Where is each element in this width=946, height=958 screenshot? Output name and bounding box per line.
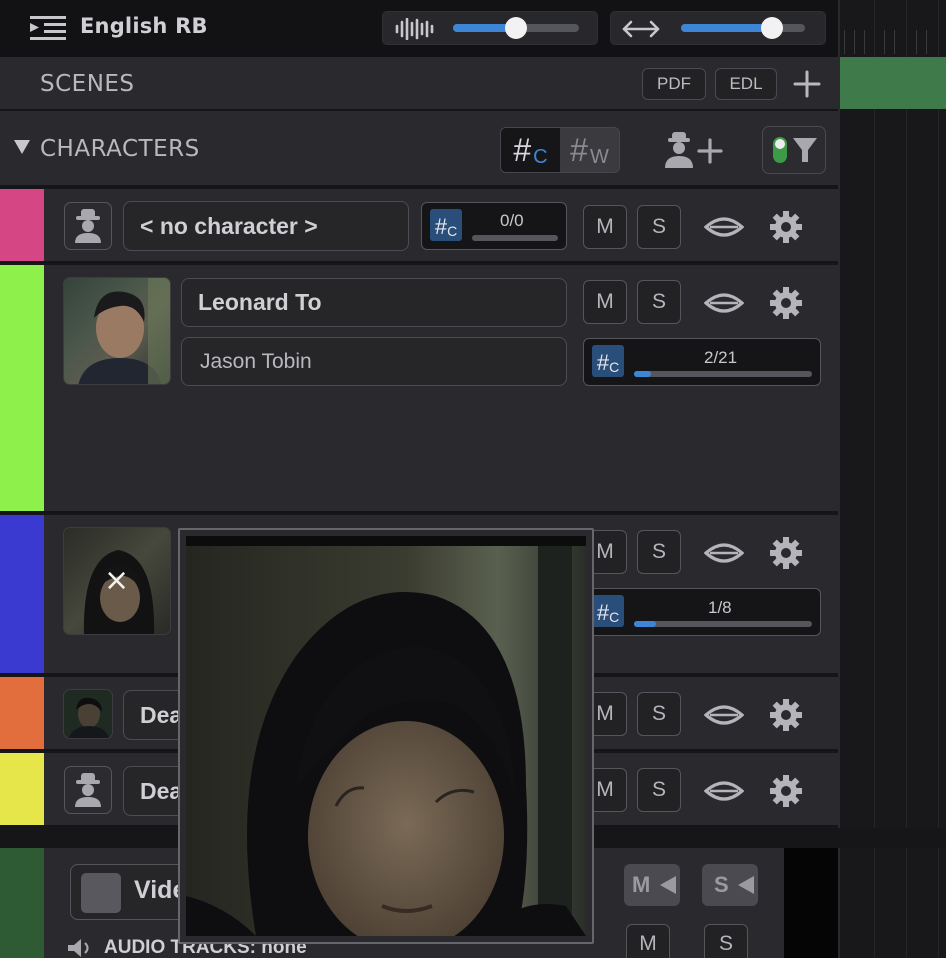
track-menu-icon[interactable]	[30, 14, 66, 42]
lips-icon[interactable]	[704, 291, 744, 315]
lips-icon[interactable]	[704, 215, 744, 239]
volume-knob[interactable]	[505, 17, 527, 39]
character-thumbnail[interactable]	[63, 689, 113, 739]
mute-button[interactable]: M	[583, 205, 627, 249]
hash-glyph: #	[513, 132, 532, 168]
person-hat-icon	[75, 209, 101, 243]
solo-button[interactable]: S	[637, 280, 681, 324]
waveform-icon	[395, 18, 434, 40]
character-color-bar[interactable]	[0, 189, 44, 261]
lips-icon[interactable]	[704, 779, 744, 803]
video-black-area	[784, 848, 838, 958]
lips-icon[interactable]	[704, 541, 744, 565]
line-count-fill	[634, 371, 651, 377]
character-avatar-button[interactable]	[64, 766, 112, 814]
solo-button[interactable]: S	[637, 692, 681, 736]
close-popup-icon[interactable]: ×	[104, 566, 129, 596]
collapse-caret-icon[interactable]	[14, 140, 30, 154]
hash-glyph: #	[570, 132, 588, 168]
video-mute-button[interactable]: M	[624, 864, 680, 906]
settings-gear-icon[interactable]	[769, 698, 803, 732]
character-avatar-button[interactable]	[64, 202, 112, 250]
count-hash-badge: # C	[592, 595, 624, 627]
scenes-label: SCENES	[40, 71, 135, 97]
hash-sub: W	[589, 146, 609, 168]
thumbnail-preview-popup[interactable]	[178, 528, 594, 944]
count-mode-toggle[interactable]: # C # W	[500, 127, 620, 173]
filter-toggle[interactable]	[762, 126, 826, 174]
line-count-text: 1/8	[708, 598, 732, 617]
timeline-scene-clip[interactable]	[840, 57, 946, 109]
character-color-bar[interactable]	[0, 753, 44, 825]
preview-image	[186, 536, 586, 936]
actor-name-field[interactable]: Jason Tobin	[181, 337, 567, 386]
line-count-box: # C 2/21	[583, 338, 821, 386]
characters-label: CHARACTERS	[40, 136, 200, 162]
character-thumbnail[interactable]: ×	[63, 527, 171, 635]
settings-gear-icon[interactable]	[769, 210, 803, 244]
line-count-text: 0/0	[500, 211, 524, 230]
character-thumbnail[interactable]	[63, 277, 171, 385]
video-solo-button[interactable]: S	[702, 864, 758, 906]
filter-icon	[773, 137, 817, 163]
count-mode-words[interactable]: # W	[560, 128, 619, 172]
solo-button[interactable]: S	[637, 530, 681, 574]
person-hat-icon	[75, 773, 101, 807]
zoom-slider[interactable]	[610, 11, 826, 45]
audio-solo-button[interactable]: S	[704, 924, 748, 958]
character-color-bar[interactable]	[0, 677, 44, 749]
camera-icon	[658, 874, 676, 896]
hash-sub: C	[533, 146, 548, 168]
character-name-field[interactable]: < no character >	[123, 201, 409, 251]
edl-button[interactable]: EDL	[715, 68, 777, 100]
zoom-fill	[681, 24, 772, 32]
character-name-field[interactable]: Leonard To	[181, 278, 567, 327]
video-solo-label: S	[714, 872, 729, 897]
video-color-bar	[0, 848, 44, 958]
line-count-track	[634, 621, 812, 627]
settings-gear-icon[interactable]	[769, 286, 803, 320]
settings-gear-icon[interactable]	[769, 774, 803, 808]
character-color-bar[interactable]	[0, 515, 44, 673]
lips-icon[interactable]	[704, 703, 744, 727]
pdf-button[interactable]: PDF	[642, 68, 706, 100]
zoom-knob[interactable]	[760, 17, 783, 39]
portrait-image	[68, 697, 110, 738]
character-color-bar[interactable]	[0, 265, 44, 511]
add-character-icon[interactable]	[662, 130, 726, 170]
timeline-panel[interactable]	[838, 0, 946, 958]
mute-button[interactable]: M	[583, 280, 627, 324]
camera-icon	[738, 876, 754, 894]
settings-gear-icon[interactable]	[769, 536, 803, 570]
count-mode-characters[interactable]: # C	[501, 128, 560, 172]
audio-mute-button[interactable]: M	[626, 924, 670, 958]
video-color-chip[interactable]	[81, 873, 121, 913]
line-count-box: # C 0/0	[421, 202, 567, 250]
line-count-track	[472, 235, 558, 241]
count-hash-badge: # C	[592, 345, 624, 377]
line-count-track	[634, 371, 812, 377]
count-hash-badge: # C	[430, 209, 462, 241]
track-title: English RB	[80, 14, 208, 38]
volume-slider[interactable]	[382, 11, 598, 45]
solo-button[interactable]: S	[637, 205, 681, 249]
horizontal-resize-icon	[622, 20, 660, 38]
line-count-fill	[634, 621, 657, 627]
video-mute-label: M	[632, 872, 651, 897]
line-count-text: 2/21	[704, 348, 738, 367]
speaker-icon	[68, 939, 89, 957]
solo-button[interactable]: S	[637, 768, 681, 812]
portrait-image	[64, 278, 170, 384]
line-count-box: # C 1/8	[583, 588, 821, 636]
add-scene-icon[interactable]	[792, 69, 822, 99]
